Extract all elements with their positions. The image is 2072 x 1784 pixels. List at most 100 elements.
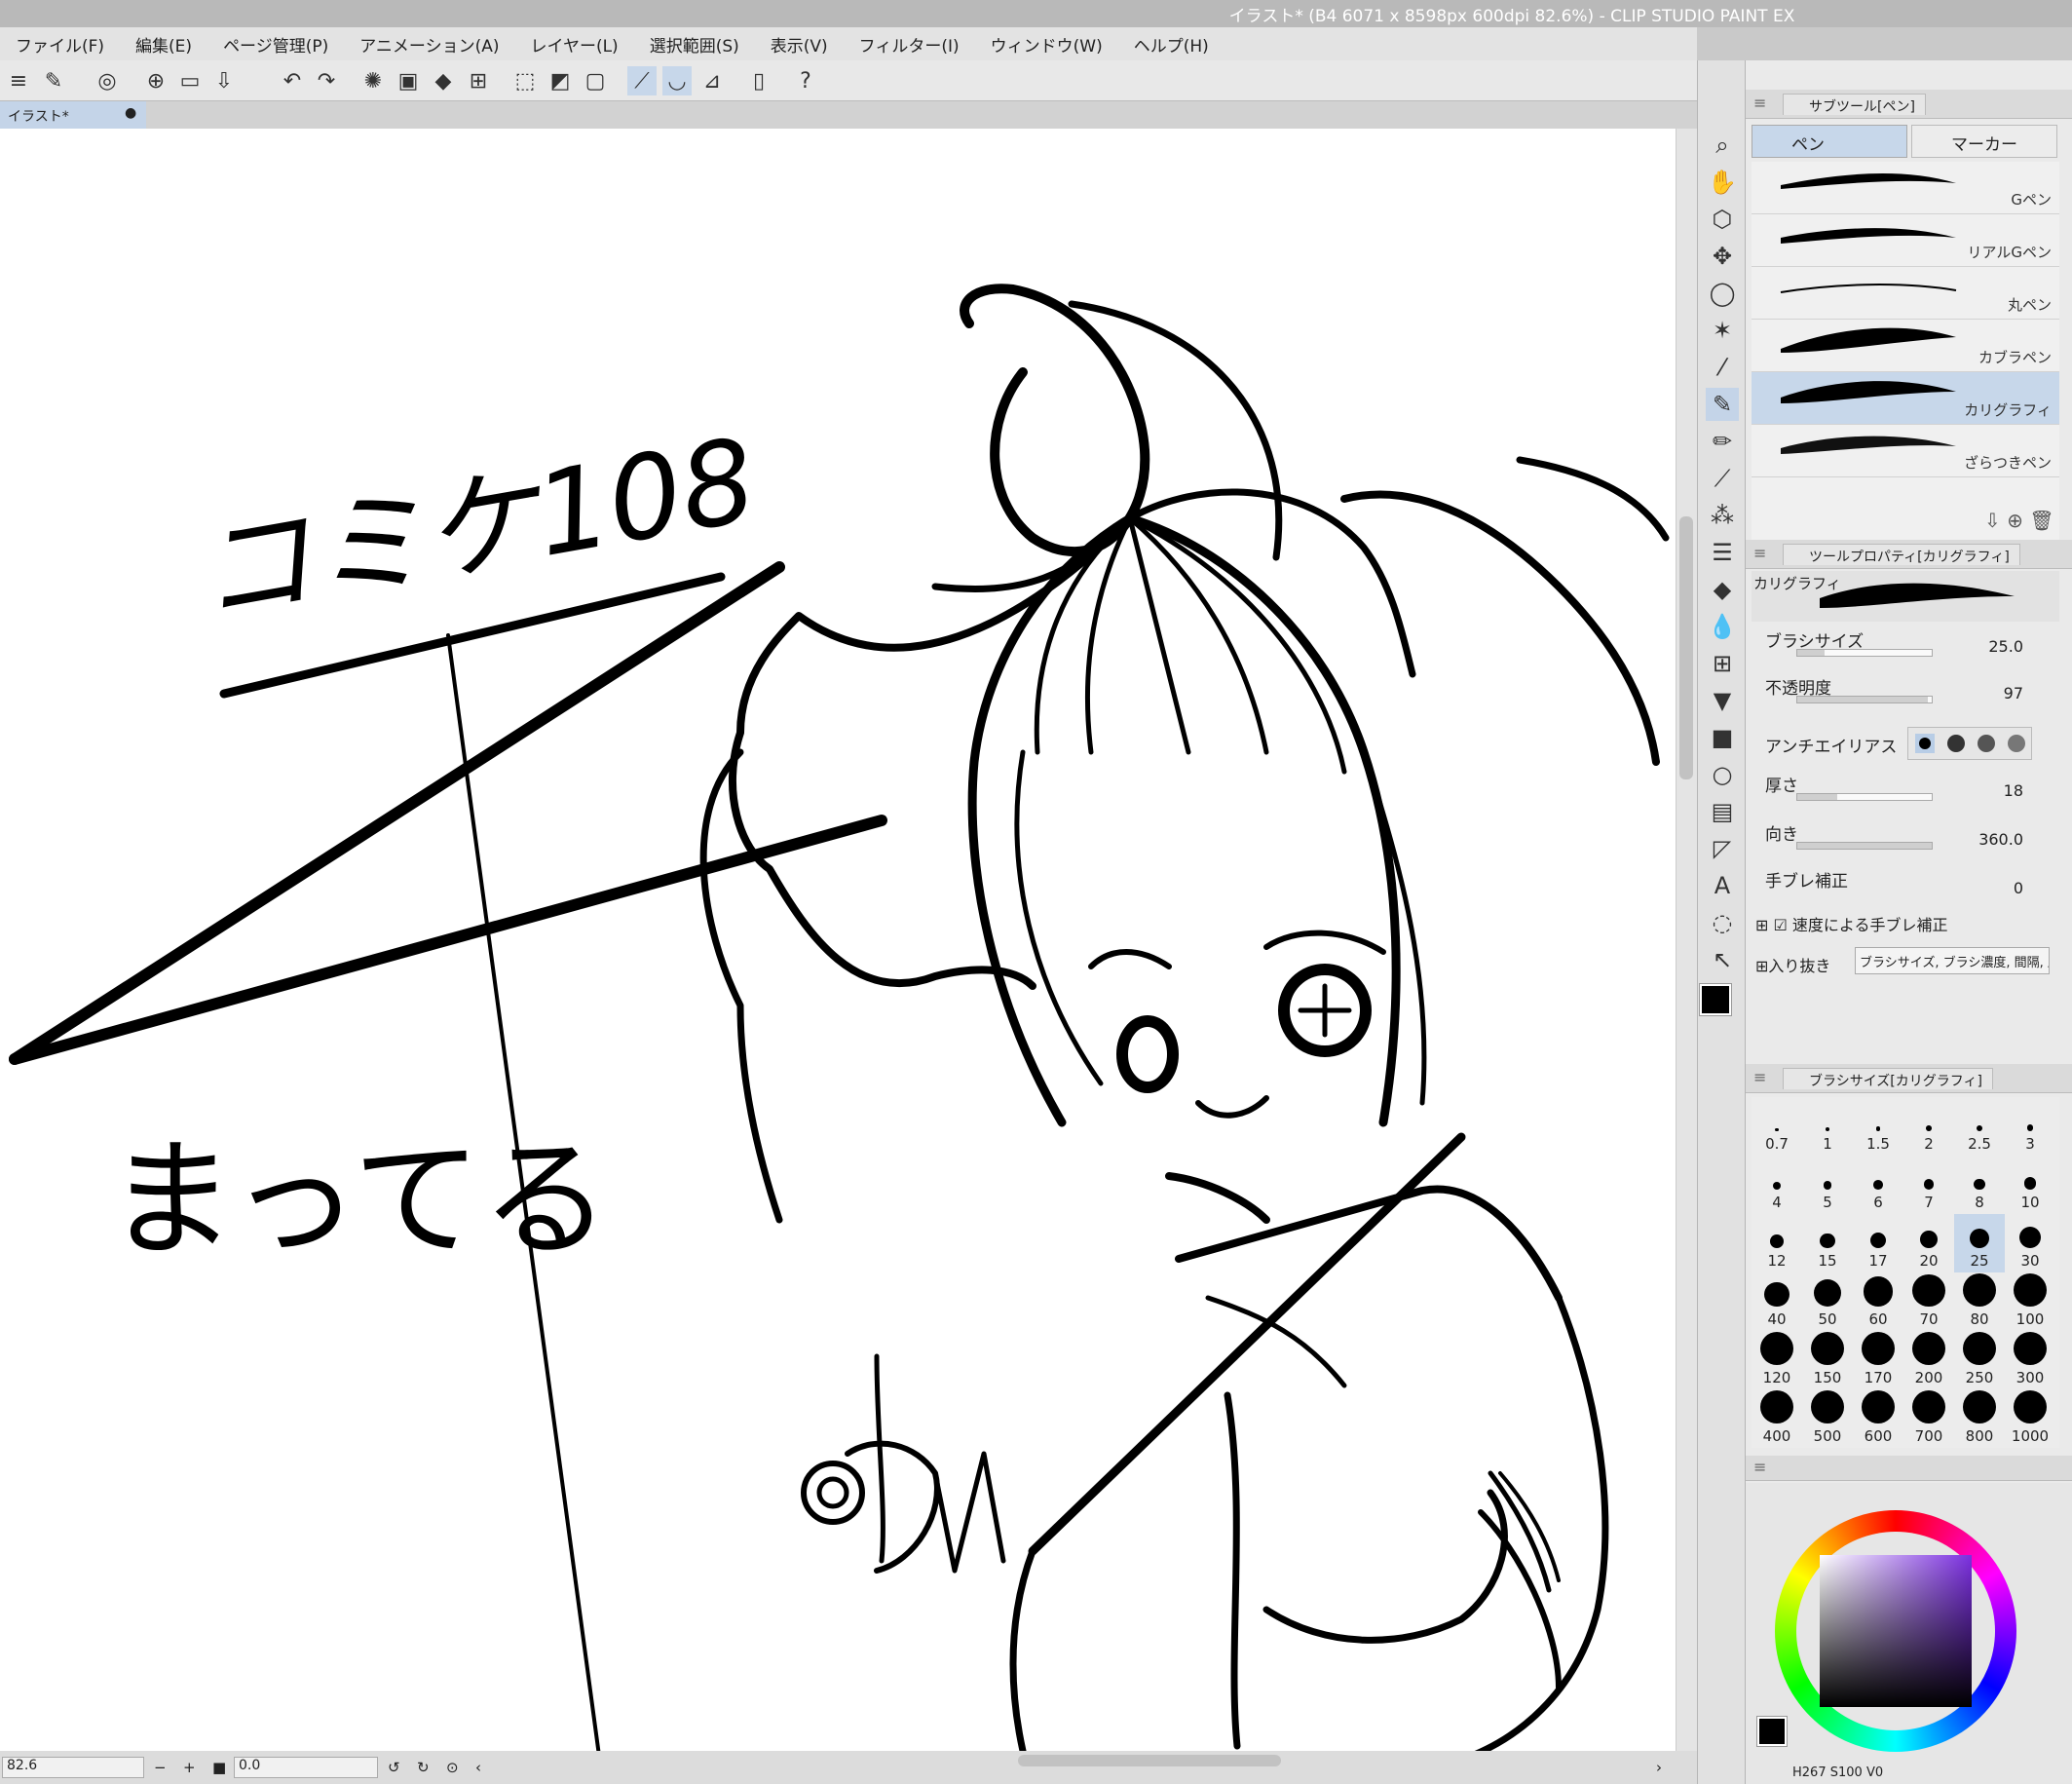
- brush-size-option[interactable]: 7: [1903, 1156, 1954, 1214]
- brush-size-option[interactable]: 400: [1752, 1389, 1802, 1448]
- brush-size-option[interactable]: 80: [1954, 1272, 2005, 1331]
- brush-size-option[interactable]: 6: [1853, 1156, 1903, 1214]
- snap-special-ruler-icon[interactable]: ◡: [662, 66, 692, 95]
- brush-gpen[interactable]: Gペン: [1752, 162, 2059, 214]
- menu-help[interactable]: ヘルプ(H): [1118, 32, 1224, 57]
- frame-tool-icon[interactable]: ▤: [1706, 795, 1739, 828]
- companion-icon[interactable]: ◎: [93, 66, 122, 95]
- tool-property-title[interactable]: ツールプロパティ[カリグラフィ]: [1783, 544, 2020, 565]
- clear-icon[interactable]: ✺: [358, 66, 388, 95]
- pen-tool-icon[interactable]: ✎: [1706, 388, 1739, 421]
- brush-size-option[interactable]: 10: [2005, 1156, 2055, 1214]
- menu-window[interactable]: ウィンドウ(W): [975, 32, 1118, 57]
- brush-size-option[interactable]: 700: [1903, 1389, 1954, 1448]
- brush-size-option[interactable]: 150: [1802, 1331, 1853, 1389]
- menu-selection[interactable]: 選択範囲(S): [634, 32, 755, 57]
- zoom-field[interactable]: 82.6: [2, 1757, 144, 1778]
- open-folder-icon[interactable]: ▭: [175, 66, 205, 95]
- brush-maru-pen[interactable]: 丸ペン: [1752, 267, 2059, 320]
- zoom-in-icon[interactable]: +: [183, 1758, 196, 1777]
- clear-outside-icon[interactable]: ▣: [394, 66, 423, 95]
- invert-selection-icon[interactable]: ◩: [546, 66, 575, 95]
- brush-size-option[interactable]: 1000: [2005, 1389, 2055, 1448]
- thickness-value[interactable]: 18: [1970, 781, 2023, 800]
- brush-size-option[interactable]: 4: [1752, 1156, 1802, 1214]
- brush-size-value[interactable]: 25.0: [1970, 637, 2023, 656]
- brush-size-option[interactable]: 250: [1954, 1331, 2005, 1389]
- brush-rough-pen[interactable]: ざらつきペン: [1752, 425, 2059, 477]
- brush-size-option[interactable]: 25: [1954, 1214, 2005, 1272]
- brush-size-option[interactable]: 0.7: [1752, 1097, 1802, 1156]
- brush-size-option[interactable]: 100: [2005, 1272, 2055, 1331]
- new-file-icon[interactable]: ⊕: [141, 66, 170, 95]
- fill-icon[interactable]: ◆: [429, 66, 458, 95]
- group-marker-tab[interactable]: マーカー: [1911, 125, 2057, 158]
- brush-size-option[interactable]: 15: [1802, 1214, 1853, 1272]
- menu-edit[interactable]: 編集(E): [120, 32, 207, 57]
- rotate-left-icon[interactable]: ↺: [388, 1758, 400, 1777]
- brush-calligraphy[interactable]: カリグラフィ: [1752, 372, 2059, 425]
- menu-layer[interactable]: レイヤー(L): [514, 32, 633, 57]
- brush-size-option[interactable]: 200: [1903, 1331, 1954, 1389]
- brush-size-option[interactable]: 70: [1903, 1272, 1954, 1331]
- panel-menu-icon[interactable]: ≡: [1753, 1068, 1766, 1086]
- brush-real-gpen[interactable]: リアルGペン: [1752, 214, 2059, 267]
- magic-wand-icon[interactable]: ✶: [1706, 314, 1739, 347]
- object-tool-icon[interactable]: ⬡: [1706, 203, 1739, 236]
- reset-rotation-icon[interactable]: ⊙: [446, 1758, 459, 1777]
- bucket-tool-icon[interactable]: ▼: [1706, 684, 1739, 717]
- menu-filter[interactable]: フィルター(I): [844, 32, 975, 57]
- horizontal-scroll-thumb[interactable]: [1018, 1755, 1281, 1766]
- menu-file[interactable]: ファイル(F): [0, 32, 120, 57]
- vertical-scroll-thumb[interactable]: [1679, 516, 1693, 779]
- snap-grid-icon[interactable]: ⊿: [697, 66, 727, 95]
- brush-size-option[interactable]: 12: [1752, 1214, 1802, 1272]
- brush-size-option[interactable]: 30: [2005, 1214, 2055, 1272]
- gradient-tool-icon[interactable]: ■: [1706, 721, 1739, 754]
- taper-dropdown[interactable]: ブラシサイズ, ブラシ濃度, 間隔, 厚: [1855, 947, 2050, 974]
- brush-size-option[interactable]: 20: [1903, 1214, 1954, 1272]
- hamburger-menu-icon[interactable]: ≡: [4, 66, 33, 95]
- opacity-value[interactable]: 97: [1970, 684, 2023, 702]
- main-color-swatch[interactable]: [1699, 983, 1732, 1016]
- text-tool-icon[interactable]: A: [1706, 869, 1739, 902]
- antialias-selector[interactable]: [1907, 727, 2032, 760]
- brush-size-option[interactable]: 60: [1853, 1272, 1903, 1331]
- brush-size-panel-title[interactable]: ブラシサイズ[カリグラフィ]: [1783, 1068, 1993, 1089]
- correct-line-tool-icon[interactable]: ↖: [1706, 943, 1739, 976]
- brush-size-option[interactable]: 800: [1954, 1389, 2005, 1448]
- transform-icon[interactable]: ⊞: [464, 66, 493, 95]
- pencil-tool-icon[interactable]: ✏: [1706, 425, 1739, 458]
- save-icon[interactable]: ⇩: [209, 66, 239, 95]
- speed-stabilization-row[interactable]: ⊞ ☑ 速度による手ブレ補正: [1755, 912, 1947, 935]
- brush-size-option[interactable]: 2.5: [1954, 1097, 2005, 1156]
- rotate-right-icon[interactable]: ↻: [417, 1758, 430, 1777]
- brush-size-option[interactable]: 170: [1853, 1331, 1903, 1389]
- deselect-icon[interactable]: ⬚: [510, 66, 540, 95]
- eraser-tool-icon[interactable]: ◆: [1706, 573, 1739, 606]
- menu-animation[interactable]: アニメーション(A): [344, 32, 514, 57]
- saturation-value-square[interactable]: [1820, 1555, 1972, 1707]
- panel-menu-icon[interactable]: ≡: [1753, 1458, 1766, 1476]
- brush-size-slider[interactable]: [1796, 649, 1933, 657]
- airbrush-tool-icon[interactable]: ⁂: [1706, 499, 1739, 532]
- scroll-right-icon[interactable]: ›: [1656, 1758, 1662, 1777]
- clip-studio-icon[interactable]: ✎: [39, 66, 68, 95]
- brush-size-option[interactable]: 17: [1853, 1214, 1903, 1272]
- main-color-chip[interactable]: [1756, 1716, 1788, 1747]
- zoom-out-icon[interactable]: −: [154, 1758, 167, 1777]
- lasso-tool-icon[interactable]: ◯: [1706, 277, 1739, 310]
- canvas-vertical-scrollbar[interactable]: [1676, 129, 1697, 1751]
- ruler-tool-icon[interactable]: ◸: [1706, 832, 1739, 865]
- eyedropper-icon[interactable]: ⁄: [1706, 351, 1739, 384]
- brush-size-option[interactable]: 300: [2005, 1331, 2055, 1389]
- menu-page[interactable]: ページ管理(P): [207, 32, 344, 57]
- brush-size-option[interactable]: 120: [1752, 1331, 1802, 1389]
- brush-size-option[interactable]: 1.5: [1853, 1097, 1903, 1156]
- move-layer-icon[interactable]: ✥: [1706, 240, 1739, 273]
- group-pen-tab[interactable]: ペン: [1752, 125, 1907, 158]
- snap-ruler-icon[interactable]: ⟋: [627, 66, 657, 95]
- brush-size-option[interactable]: 50: [1802, 1272, 1853, 1331]
- opacity-slider[interactable]: [1796, 696, 1933, 703]
- balloon-tool-icon[interactable]: ◌: [1706, 906, 1739, 939]
